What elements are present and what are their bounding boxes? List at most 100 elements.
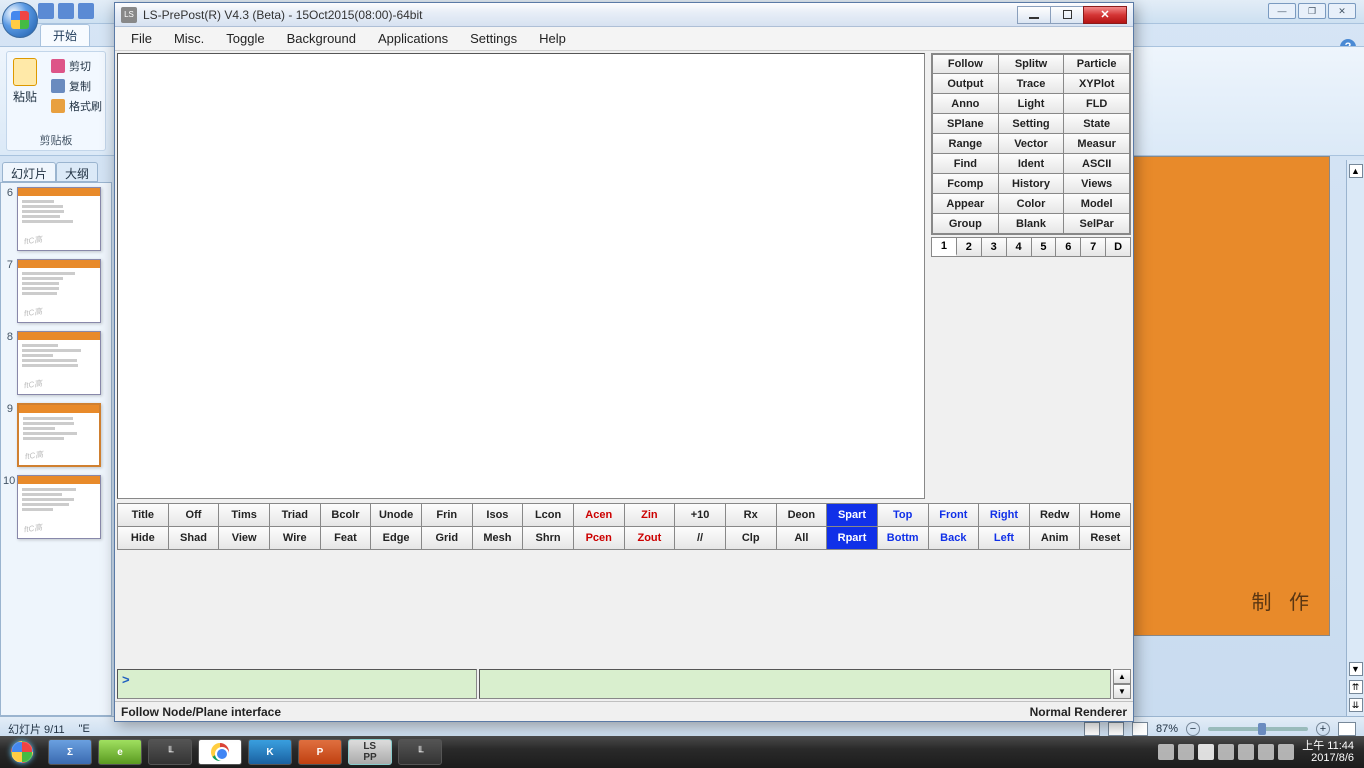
vertical-scrollbar[interactable]: ▲ ▼ ⇈ ⇊ [1346, 160, 1364, 716]
tool-anno[interactable]: Anno [932, 94, 999, 114]
taskbar-sigma[interactable]: Σ [48, 739, 92, 765]
scroll-down-icon[interactable]: ▼ [1349, 662, 1363, 676]
tool-blank[interactable]: Blank [999, 214, 1065, 234]
btn-isos[interactable]: Isos [473, 504, 524, 526]
format-painter-button[interactable]: 格式刷 [51, 98, 102, 114]
spin-down-icon[interactable]: ▼ [1113, 684, 1131, 699]
tool-trace[interactable]: Trace [999, 74, 1065, 94]
cut-button[interactable]: 剪切 [51, 58, 102, 74]
tray-flag-icon[interactable] [1198, 744, 1214, 760]
prev-slide-icon[interactable]: ⇈ [1349, 680, 1363, 694]
zoom-out-button[interactable]: − [1186, 722, 1200, 736]
btn-bcolr[interactable]: Bcolr [321, 504, 372, 526]
slide-thumbnail[interactable]: ftC高 [17, 187, 101, 251]
tool-ident[interactable]: Ident [999, 154, 1065, 174]
tab-slides[interactable]: 幻灯片 [2, 162, 56, 182]
taskbar-ie[interactable]: e [98, 739, 142, 765]
btn-feat[interactable]: Feat [321, 527, 372, 549]
menu-toggle[interactable]: Toggle [216, 28, 274, 49]
tool-splitw[interactable]: Splitw [999, 54, 1065, 74]
taskbar-ppt[interactable]: P [298, 739, 342, 765]
btn-front[interactable]: Front [929, 504, 980, 526]
btn-off[interactable]: Off [169, 504, 220, 526]
btn-redw[interactable]: Redw [1030, 504, 1081, 526]
page-tab-4[interactable]: 4 [1007, 238, 1032, 256]
btn-wire[interactable]: Wire [270, 527, 321, 549]
btn-left[interactable]: Left [979, 527, 1030, 549]
output-spinner[interactable]: ▲▼ [1113, 669, 1131, 699]
scroll-up-icon[interactable]: ▲ [1349, 164, 1363, 178]
tray-action-icon[interactable] [1178, 744, 1194, 760]
save-icon[interactable] [38, 3, 54, 19]
minimize-button[interactable] [1017, 6, 1051, 24]
slide-panel[interactable]: 6ftC高7ftC高8ftC高9ftC高10ftC高 [0, 182, 112, 716]
maximize-button[interactable] [1050, 6, 1084, 24]
btn-bottm[interactable]: Bottm [878, 527, 929, 549]
btn-triad[interactable]: Triad [270, 504, 321, 526]
command-output[interactable] [479, 669, 1111, 699]
btn-zin[interactable]: Zin [625, 504, 676, 526]
zoom-in-button[interactable]: + [1316, 722, 1330, 736]
tool-appear[interactable]: Appear [932, 194, 999, 214]
taskbar-lstc2[interactable]: ╙ [398, 739, 442, 765]
btn-zout[interactable]: Zout [625, 527, 676, 549]
tool-vector[interactable]: Vector [999, 134, 1065, 154]
btn-tims[interactable]: Tims [219, 504, 270, 526]
menu-help[interactable]: Help [529, 28, 576, 49]
tool-fld[interactable]: FLD [1064, 94, 1130, 114]
btn-anim[interactable]: Anim [1030, 527, 1081, 549]
tool-selpar[interactable]: SelPar [1064, 214, 1130, 234]
tool-setting[interactable]: Setting [999, 114, 1065, 134]
view-sorter-icon[interactable] [1108, 722, 1124, 736]
btn-rpart[interactable]: Rpart [827, 527, 878, 549]
menu-settings[interactable]: Settings [460, 28, 527, 49]
slide-thumbnail[interactable]: ftC高 [17, 475, 101, 539]
tool-views[interactable]: Views [1064, 174, 1130, 194]
tool-ascii[interactable]: ASCII [1064, 154, 1130, 174]
slide-thumbnail[interactable]: ftC高 [17, 403, 101, 467]
taskbar-chrome[interactable] [198, 739, 242, 765]
tray-custom-icon[interactable] [1158, 744, 1174, 760]
tool-output[interactable]: Output [932, 74, 999, 94]
quick-access-toolbar[interactable] [38, 3, 94, 19]
btn-lcon[interactable]: Lcon [523, 504, 574, 526]
btn-rx[interactable]: Rx [726, 504, 777, 526]
btn-unode[interactable]: Unode [371, 504, 422, 526]
command-input[interactable]: > [117, 669, 477, 699]
slide-thumb-row[interactable]: 9ftC高 [1, 399, 111, 471]
tool-find[interactable]: Find [932, 154, 999, 174]
tool-follow[interactable]: Follow [932, 54, 999, 74]
tool-light[interactable]: Light [999, 94, 1065, 114]
office-maximize-button[interactable]: ❐ [1298, 3, 1326, 19]
paste-button[interactable]: 粘贴 [13, 58, 37, 105]
btn-deon[interactable]: Deon [777, 504, 828, 526]
btn-acen[interactable]: Acen [574, 504, 625, 526]
btn-shrn[interactable]: Shrn [523, 527, 574, 549]
tool-state[interactable]: State [1064, 114, 1130, 134]
tool-history[interactable]: History [999, 174, 1065, 194]
menu-file[interactable]: File [121, 28, 162, 49]
menu-applications[interactable]: Applications [368, 28, 458, 49]
tool-particle[interactable]: Particle [1064, 54, 1130, 74]
btn-reset[interactable]: Reset [1080, 527, 1130, 549]
tool-model[interactable]: Model [1064, 194, 1130, 214]
tool-xyplot[interactable]: XYPlot [1064, 74, 1130, 94]
menu-misc[interactable]: Misc. [164, 28, 214, 49]
btn-[interactable]: // [675, 527, 726, 549]
page-tab-2[interactable]: 2 [957, 238, 982, 256]
clock[interactable]: 上午 11:44 2017/8/6 [1302, 740, 1354, 764]
tool-range[interactable]: Range [932, 134, 999, 154]
btn-home[interactable]: Home [1080, 504, 1130, 526]
office-close-button[interactable]: ✕ [1328, 3, 1356, 19]
btn-grid[interactable]: Grid [422, 527, 473, 549]
page-tab-3[interactable]: 3 [982, 238, 1007, 256]
close-button[interactable]: ✕ [1083, 6, 1127, 24]
btn-10[interactable]: +10 [675, 504, 726, 526]
view-show-icon[interactable] [1132, 722, 1148, 736]
btn-title[interactable]: Title [118, 504, 169, 526]
btn-view[interactable]: View [219, 527, 270, 549]
tool-color[interactable]: Color [999, 194, 1065, 214]
btn-frin[interactable]: Frin [422, 504, 473, 526]
btn-all[interactable]: All [777, 527, 828, 549]
zoom-slider[interactable] [1208, 727, 1308, 731]
